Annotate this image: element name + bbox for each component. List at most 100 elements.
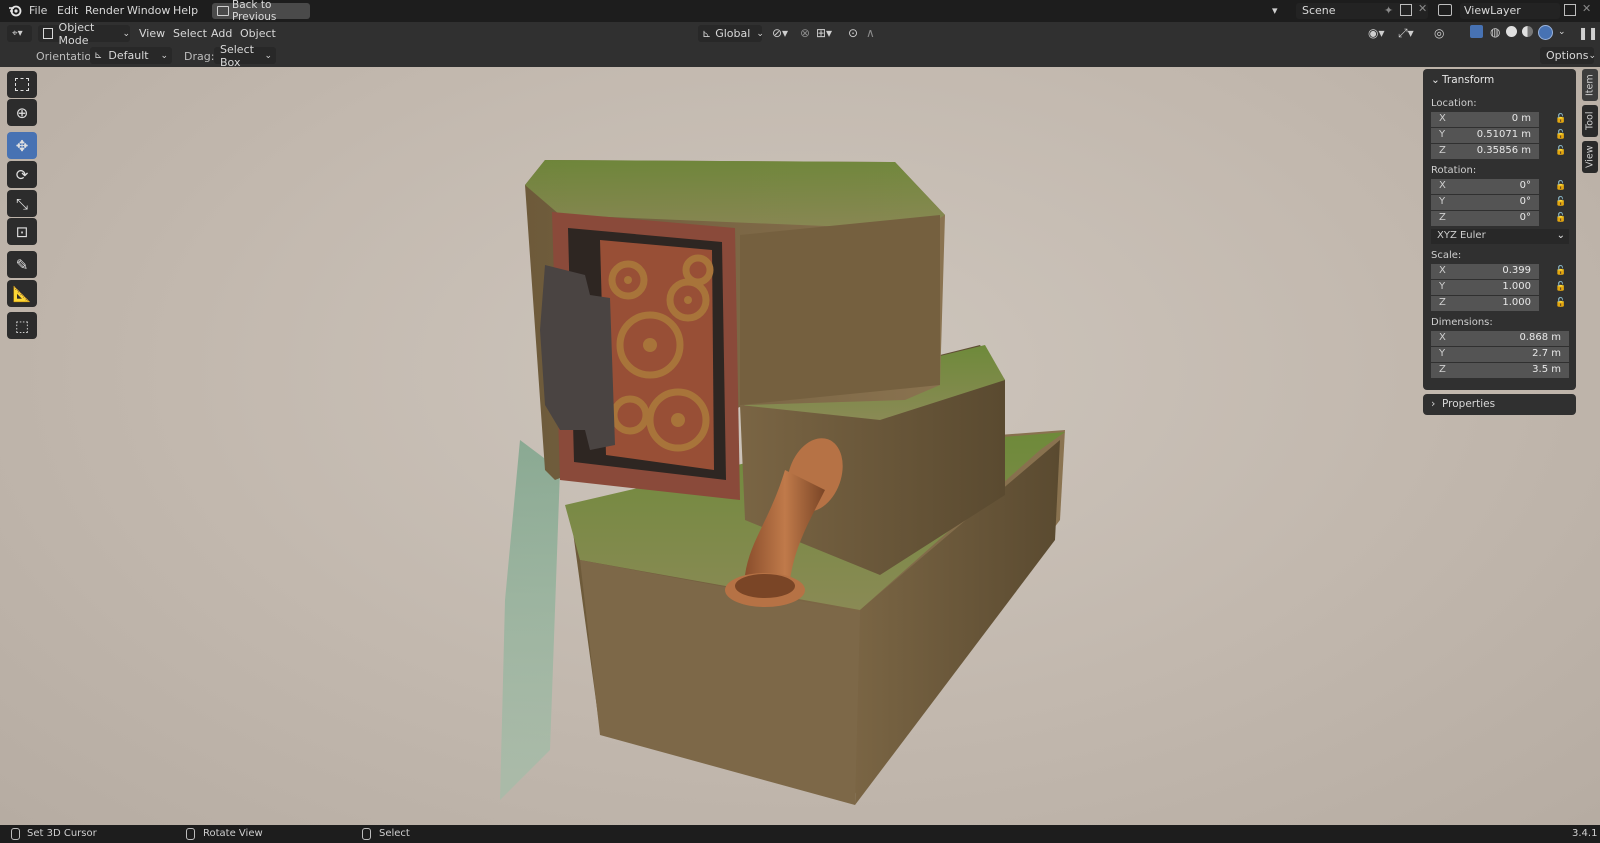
- scene-name: Scene: [1302, 4, 1336, 17]
- lock-icon[interactable]: 🔓: [1555, 282, 1566, 292]
- mouse-middle-icon: [186, 828, 195, 840]
- visibility-icon[interactable]: ◉▾: [1368, 26, 1385, 40]
- annotate-icon: ✎: [15, 255, 29, 274]
- menu-window[interactable]: Window: [127, 4, 170, 17]
- annotate-tool[interactable]: ✎: [7, 251, 37, 278]
- rotation-y-field[interactable]: Y 0°: [1431, 195, 1539, 210]
- menu-file[interactable]: File: [29, 4, 47, 17]
- falloff-icon[interactable]: ∧: [866, 26, 875, 40]
- dimensions-x-field[interactable]: X 0.868 m: [1431, 331, 1569, 346]
- transform-orientation-label: Global: [715, 27, 751, 40]
- properties-panel-header[interactable]: › Properties: [1423, 394, 1576, 415]
- move-icon: ✥: [15, 136, 29, 155]
- header-menu-select[interactable]: Select: [173, 27, 207, 40]
- lock-icon[interactable]: 🔓: [1555, 197, 1566, 207]
- lock-icon[interactable]: 🔓: [1555, 298, 1566, 308]
- snap-target-icon[interactable]: ⊞▾: [816, 26, 832, 40]
- location-z-field[interactable]: Z 0.35856 m: [1431, 144, 1539, 159]
- header-menu-add[interactable]: Add: [211, 27, 232, 40]
- cursor-icon: ⊕: [15, 103, 29, 122]
- select-box-tool[interactable]: [7, 71, 37, 98]
- scene-icon[interactable]: ▾: [1272, 4, 1292, 18]
- sidebar-toggle-icon[interactable]: ❚❚: [1578, 26, 1598, 40]
- new-view-layer-icon[interactable]: [1564, 4, 1576, 16]
- tab-tool[interactable]: Tool: [1582, 105, 1598, 137]
- transform-orientation-dropdown[interactable]: ⊾ Global ⌄: [698, 25, 764, 42]
- chevron-right-icon: ›: [1431, 397, 1436, 410]
- overlays-icon[interactable]: ◎: [1434, 26, 1444, 40]
- add-cube-tool[interactable]: ⬚: [7, 312, 37, 339]
- lock-icon[interactable]: 🔓: [1555, 146, 1566, 156]
- view-layer-selector[interactable]: ViewLayer: [1460, 3, 1560, 19]
- transform-panel-title[interactable]: Transform: [1442, 74, 1494, 86]
- view-layer-name: ViewLayer: [1464, 4, 1521, 17]
- location-y-field[interactable]: Y 0.51071 m: [1431, 128, 1539, 143]
- lock-icon[interactable]: 🔓: [1555, 130, 1566, 140]
- cursor-tool[interactable]: ⊕: [7, 99, 37, 126]
- blender-logo-icon[interactable]: [8, 3, 23, 18]
- rotate-tool[interactable]: ⟳: [7, 161, 37, 188]
- drag-dropdown[interactable]: Select Box ⌄: [214, 43, 276, 69]
- 3d-model-render[interactable]: [0, 67, 1600, 825]
- header-menu-object[interactable]: Object: [240, 27, 276, 40]
- transform-tool[interactable]: ⊡: [7, 218, 37, 245]
- delete-view-layer-icon[interactable]: ✕: [1582, 2, 1591, 15]
- lock-icon[interactable]: 🔓: [1555, 114, 1566, 124]
- new-scene-icon[interactable]: [1400, 4, 1412, 16]
- menu-help[interactable]: Help: [173, 4, 198, 17]
- drag-value: Select Box: [220, 42, 254, 69]
- back-to-previous-label: Back to Previous: [232, 0, 277, 23]
- solid-shading-icon[interactable]: [1506, 26, 1517, 37]
- menu-edit[interactable]: Edit: [57, 4, 78, 17]
- material-shading-icon[interactable]: [1522, 26, 1533, 37]
- status-rotate-view: Rotate View: [203, 828, 263, 839]
- axes-icon: ⊾: [94, 50, 103, 61]
- editor-type-dropdown[interactable]: ⌖▾: [7, 25, 32, 42]
- chevron-down-icon: ⌄: [756, 28, 764, 39]
- lock-icon[interactable]: 🔓: [1555, 266, 1566, 276]
- move-tool[interactable]: ✥: [7, 132, 37, 159]
- rotate-icon: ⟳: [15, 165, 29, 184]
- scale-tool[interactable]: ⤡: [7, 190, 37, 217]
- rotation-x-field[interactable]: X 0°: [1431, 179, 1539, 194]
- dimensions-y-field[interactable]: Y 2.7 m: [1431, 347, 1569, 362]
- chevron-down-icon[interactable]: ⌄: [1431, 74, 1440, 86]
- options-dropdown[interactable]: Options ⌄: [1540, 47, 1596, 64]
- lock-icon[interactable]: 🔓: [1555, 213, 1566, 223]
- scale-x-field[interactable]: X 0.399: [1431, 264, 1539, 279]
- orientation-dropdown[interactable]: ⊾ Default ⌄: [90, 47, 172, 64]
- 3d-viewport[interactable]: ⊕ ✥ ⟳ ⤡ ⊡ ✎ 📐 ⬚: [0, 67, 1600, 825]
- scale-z-field[interactable]: Z 1.000: [1431, 296, 1539, 311]
- view-layer-icon[interactable]: [1438, 4, 1452, 16]
- pivot-point-icon[interactable]: ⊘▾: [772, 26, 788, 40]
- options-label: Options: [1546, 49, 1589, 62]
- top-menu-bar: File Edit Render Window Help Back to Pre…: [0, 0, 1600, 23]
- menu-render[interactable]: Render: [85, 4, 124, 17]
- rendered-shading-icon[interactable]: [1538, 25, 1553, 40]
- snap-icon[interactable]: ⊗: [800, 26, 810, 40]
- location-x-field[interactable]: X0 m: [1431, 112, 1539, 127]
- mode-dropdown[interactable]: Object Mode ⌄: [38, 21, 130, 47]
- proportional-edit-icon[interactable]: ⊙: [848, 26, 858, 40]
- xray-icon[interactable]: [1470, 25, 1483, 38]
- measure-tool[interactable]: 📐: [7, 280, 37, 307]
- header-menu-view[interactable]: View: [139, 27, 165, 40]
- wireframe-shading-icon[interactable]: ◍: [1490, 25, 1500, 39]
- tab-item[interactable]: Item: [1582, 69, 1598, 101]
- rotation-z-field[interactable]: Z 0°: [1431, 211, 1539, 226]
- measure-icon: 📐: [12, 284, 32, 303]
- gizmo-icon[interactable]: ⤢▾: [1398, 26, 1414, 41]
- sidebar-item-panel: ⌄ Transform Location: X0 m 🔓 Y 0.51071 m …: [1423, 69, 1576, 390]
- delete-scene-icon[interactable]: ✕: [1418, 2, 1427, 15]
- back-to-previous-button[interactable]: Back to Previous: [212, 0, 310, 23]
- scale-y-field[interactable]: Y 1.000: [1431, 280, 1539, 295]
- rotation-mode-dropdown[interactable]: XYZ Euler ⌄: [1431, 229, 1569, 244]
- status-select: Select: [379, 828, 410, 839]
- dimensions-z-field[interactable]: Z 3.5 m: [1431, 363, 1569, 378]
- lock-icon[interactable]: 🔓: [1555, 181, 1566, 191]
- properties-panel-title: Properties: [1442, 398, 1496, 410]
- chevron-down-icon[interactable]: ⌄: [1558, 27, 1566, 37]
- tab-view[interactable]: View: [1582, 141, 1598, 173]
- scale-icon: ⤡: [15, 194, 28, 213]
- pin-icon[interactable]: ✦: [1384, 4, 1393, 17]
